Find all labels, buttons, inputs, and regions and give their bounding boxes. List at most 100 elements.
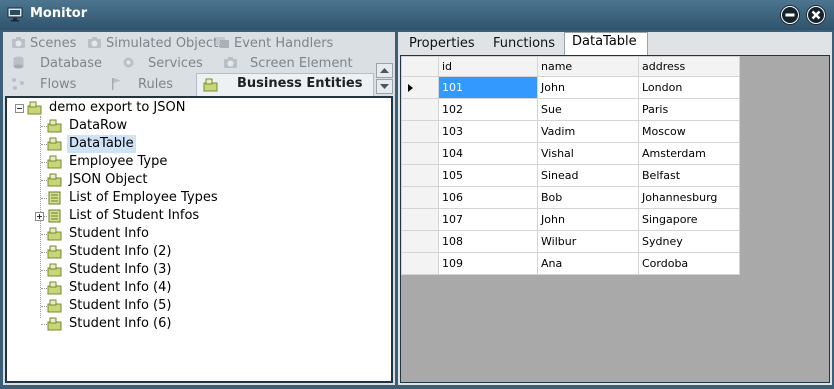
close-button[interactable] — [806, 5, 826, 25]
tab-flows[interactable]: Flows — [11, 75, 76, 95]
tab-services[interactable]: Services — [121, 54, 203, 74]
tab-screen-element[interactable]: Screen Element — [223, 54, 353, 74]
table-cell[interactable]: Vadim — [537, 120, 639, 143]
minimize-button[interactable] — [780, 5, 800, 25]
table-cell[interactable]: 101 — [438, 76, 538, 99]
table-cell[interactable]: 104 — [438, 142, 538, 165]
table-row[interactable]: 107 John Singapore — [401, 208, 740, 231]
row-header[interactable] — [401, 208, 439, 231]
row-header[interactable] — [401, 76, 439, 99]
tree-item-label: Student Info (3) — [69, 262, 172, 277]
tab-datatable[interactable]: DataTable — [564, 32, 648, 55]
gear-icon — [123, 57, 134, 68]
table-row[interactable]: 103 Vadim Moscow — [401, 120, 740, 143]
row-header[interactable] — [401, 230, 439, 253]
entity-icon — [27, 101, 42, 115]
table-cell[interactable]: 109 — [438, 252, 538, 275]
table-row[interactable]: 101 John London — [401, 76, 740, 99]
table-cell[interactable]: London — [638, 76, 740, 99]
tab-database[interactable]: Database — [11, 54, 102, 74]
table-row[interactable]: 108 Wilbur Sydney — [401, 230, 740, 253]
tab-functions[interactable]: Functions — [493, 34, 555, 54]
table-cell[interactable]: Cordoba — [638, 252, 740, 275]
entity-icon — [203, 78, 218, 92]
table-cell[interactable]: Singapore — [638, 208, 740, 231]
expand-toggle[interactable] — [35, 212, 44, 221]
window-title: Monitor — [30, 6, 88, 21]
tree-item-label: List of Employee Types — [69, 190, 218, 205]
camera-icon — [12, 37, 25, 48]
column-header-id[interactable]: id — [438, 56, 538, 77]
data-table: id name address 101 John London 102 Sue Paris… — [401, 56, 740, 275]
column-header-name[interactable]: name — [537, 56, 639, 77]
entity-icon — [47, 119, 62, 133]
triangle-up-icon — [380, 68, 389, 73]
entity-icon — [47, 263, 62, 277]
table-cell[interactable]: Sinead — [537, 164, 639, 187]
tab-label: Event Handlers — [234, 36, 334, 51]
tree-item-label: JSON Object — [69, 172, 148, 187]
category-tabs: Scenes Simulated Objects Event Handlers … — [3, 32, 395, 96]
entity-icon — [47, 299, 62, 313]
table-cell[interactable]: 108 — [438, 230, 538, 253]
entity-icon — [47, 227, 62, 241]
table-row[interactable]: 106 Bob Johannesburg — [401, 186, 740, 209]
tab-label: Services — [148, 56, 203, 71]
tab-scenes[interactable]: Scenes — [11, 34, 76, 54]
row-header[interactable] — [401, 98, 439, 121]
tab-label: Screen Element — [250, 56, 353, 71]
scroll-up-button[interactable] — [376, 63, 393, 78]
table-cell[interactable]: Vishal — [537, 142, 639, 165]
tree-item-label: List of Student Infos — [69, 208, 200, 223]
table-cell[interactable]: Ana — [537, 252, 639, 275]
tree-item-label: Student Info (2) — [69, 244, 172, 259]
table-row[interactable]: 105 Sinead Belfast — [401, 164, 740, 187]
row-header[interactable] — [401, 186, 439, 209]
table-cell[interactable]: Moscow — [638, 120, 740, 143]
title-bar[interactable]: Monitor — [0, 0, 834, 30]
table-cell[interactable]: Amsterdam — [638, 142, 740, 165]
table-cell[interactable]: Bob — [537, 186, 639, 209]
camera-icon — [88, 37, 101, 48]
tree-item-label: Student Info (6) — [69, 316, 172, 331]
row-header-corner — [401, 56, 439, 77]
details-panel: Properties Functions DataTable id name a… — [398, 32, 832, 385]
monitor-window: Monitor Scenes Simulated Objects Event H… — [0, 0, 834, 389]
entity-tree: demo export to JSON DataRow DataTable Empl… — [5, 96, 393, 383]
table-cell[interactable]: 105 — [438, 164, 538, 187]
table-row[interactable]: 102 Sue Paris — [401, 98, 740, 121]
table-cell[interactable]: Belfast — [638, 164, 740, 187]
row-header[interactable] — [401, 142, 439, 165]
tree-item-label: Employee Type — [69, 154, 168, 169]
tab-simulated-objects[interactable]: Simulated Objects — [87, 34, 225, 54]
table-row[interactable]: 104 Vishal Amsterdam — [401, 142, 740, 165]
table-cell[interactable]: 106 — [438, 186, 538, 209]
collapse-toggle[interactable] — [15, 104, 24, 113]
table-cell[interactable]: 102 — [438, 98, 538, 121]
entity-icon — [47, 173, 62, 187]
scroll-down-button[interactable] — [376, 79, 393, 94]
tab-rules[interactable]: Rules — [109, 75, 173, 95]
row-header[interactable] — [401, 164, 439, 187]
tab-event-handlers[interactable]: Event Handlers — [215, 34, 333, 54]
camera-icon — [224, 57, 237, 68]
table-cell[interactable]: Sydney — [638, 230, 740, 253]
table-cell[interactable]: Wilbur — [537, 230, 639, 253]
list-icon — [48, 191, 61, 205]
tree-item-label: DataRow — [69, 118, 128, 133]
table-cell[interactable]: 103 — [438, 120, 538, 143]
entity-icon — [47, 137, 62, 151]
table-cell[interactable]: Johannesburg — [638, 186, 740, 209]
tab-label: DataTable — [572, 34, 637, 49]
table-cell[interactable]: Sue — [537, 98, 639, 121]
column-header-address[interactable]: address — [638, 56, 740, 77]
table-row[interactable]: 109 Ana Cordoba — [401, 252, 740, 275]
table-cell[interactable]: 107 — [438, 208, 538, 231]
table-cell[interactable]: John — [537, 76, 639, 99]
row-header[interactable] — [401, 252, 439, 275]
table-cell[interactable]: John — [537, 208, 639, 231]
row-header[interactable] — [401, 120, 439, 143]
tab-business-entities[interactable]: Business Entities — [196, 73, 374, 96]
tab-properties[interactable]: Properties — [409, 34, 475, 54]
table-cell[interactable]: Paris — [638, 98, 740, 121]
